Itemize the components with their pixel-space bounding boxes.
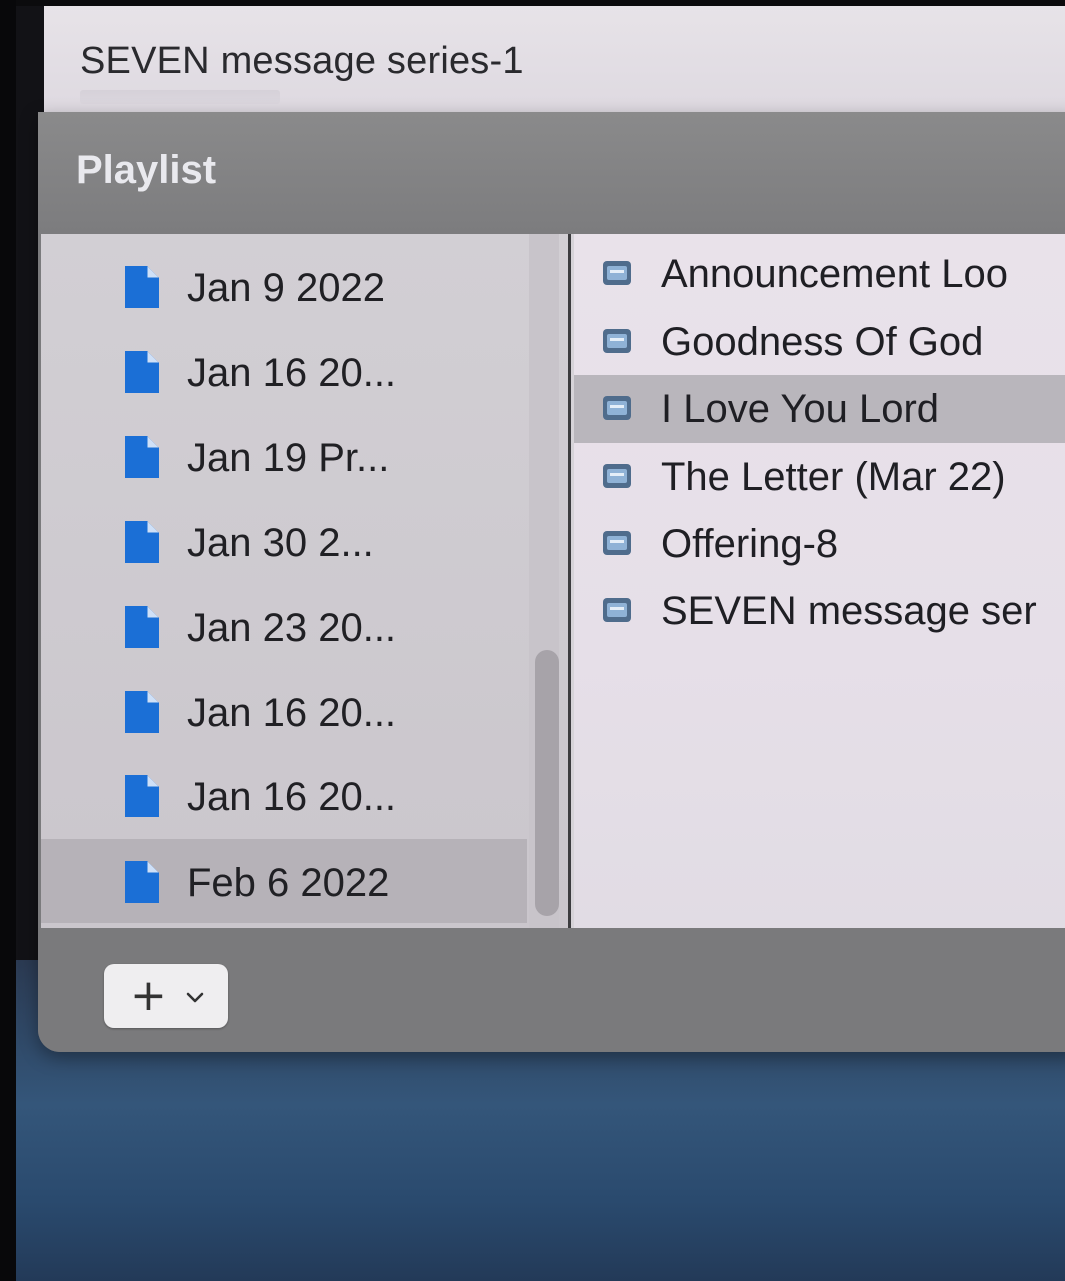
presentation-item-label: I Love You Lord — [661, 387, 940, 431]
presentation-item[interactable]: SEVEN message ser — [574, 577, 1065, 645]
document-icon — [125, 775, 159, 817]
presentation-item[interactable]: I Love You Lord — [574, 375, 1065, 443]
playlist-items-list: Announcement Loo Goodness Of God I Love Yo… — [574, 234, 1065, 928]
presentation-item-label: Goodness Of God — [661, 320, 984, 364]
presentation-item[interactable]: Announcement Loo — [574, 240, 1065, 308]
plus-icon: + — [130, 970, 167, 1021]
presentation-item-label: The Letter (Mar 22) — [661, 455, 1006, 499]
background-window-subtitle-blur — [80, 90, 280, 104]
presentation-item-label: SEVEN message ser — [661, 589, 1037, 633]
presentation-icon — [603, 329, 631, 353]
presentation-icon — [603, 396, 631, 420]
playlist-item[interactable]: Jan 19 Pr... — [41, 414, 527, 498]
document-icon — [125, 606, 159, 648]
add-playlist-button[interactable]: + — [104, 964, 228, 1028]
presentation-icon — [603, 531, 631, 555]
playlist-item-label: Jan 30 2... — [187, 521, 374, 565]
presentation-item-label: Announcement Loo — [661, 252, 1008, 296]
presentation-item[interactable]: Offering-8 — [574, 510, 1065, 578]
playlist-item-label: Jan 16 20... — [187, 691, 397, 735]
playlist-item-label: Jan 9 2022 — [187, 266, 385, 310]
playlist-item-label: Jan 16 20... — [187, 351, 397, 395]
document-icon — [125, 436, 159, 478]
playlist-item[interactable]: Jan 16 20... — [41, 753, 527, 837]
chevron-down-icon — [186, 992, 204, 1003]
document-icon — [125, 351, 159, 393]
playlist-item-label: Feb 6 2022 — [187, 861, 390, 905]
playlist-item[interactable]: Feb 6 2022 — [41, 839, 527, 923]
presentation-item[interactable]: The Letter (Mar 22) — [574, 443, 1065, 511]
presentation-item-label: Offering-8 — [661, 522, 839, 566]
playlist-item[interactable]: Jan 30 2... — [41, 499, 527, 583]
playlist-footer: + — [38, 928, 1065, 1052]
playlist-header: Playlist — [38, 112, 1065, 234]
playlist-item-label: Jan 19 Pr... — [187, 436, 390, 480]
playlist-body: Feb 6 2022 Jan 16 20... Jan 16 20... Jan 23… — [41, 234, 1065, 928]
presentation-icon — [603, 464, 631, 488]
background-window-title: SEVEN message series-1 — [80, 40, 524, 82]
document-icon — [125, 521, 159, 563]
playlist-list: Feb 6 2022 Jan 16 20... Jan 16 20... Jan 23… — [41, 234, 571, 928]
bezel-left — [0, 0, 16, 1281]
playlist-scrollbar-thumb[interactable] — [535, 650, 559, 916]
playlist-item[interactable]: Jan 9 2022 — [41, 244, 527, 328]
document-icon — [125, 691, 159, 733]
playlist-panel: Playlist Feb 6 2022 Jan 16 20... Jan 16 20… — [38, 112, 1065, 1052]
playlist-item-label: Jan 23 20... — [187, 606, 397, 650]
document-icon — [125, 861, 159, 903]
screen: SEVEN message series-1 Playlist Feb 6 20… — [0, 0, 1065, 1281]
playlist-item[interactable]: Jan 23 20... — [41, 584, 527, 668]
document-icon — [125, 266, 159, 308]
playlist-item[interactable]: Jan 16 20... — [41, 669, 527, 753]
playlist-title: Playlist — [76, 148, 217, 192]
presentation-icon — [603, 598, 631, 622]
presentation-item[interactable]: Goodness Of God — [574, 308, 1065, 376]
playlist-item[interactable]: Jan 16 20... — [41, 329, 527, 413]
playlist-item-label: Jan 16 20... — [187, 775, 397, 819]
presentation-icon — [603, 261, 631, 285]
